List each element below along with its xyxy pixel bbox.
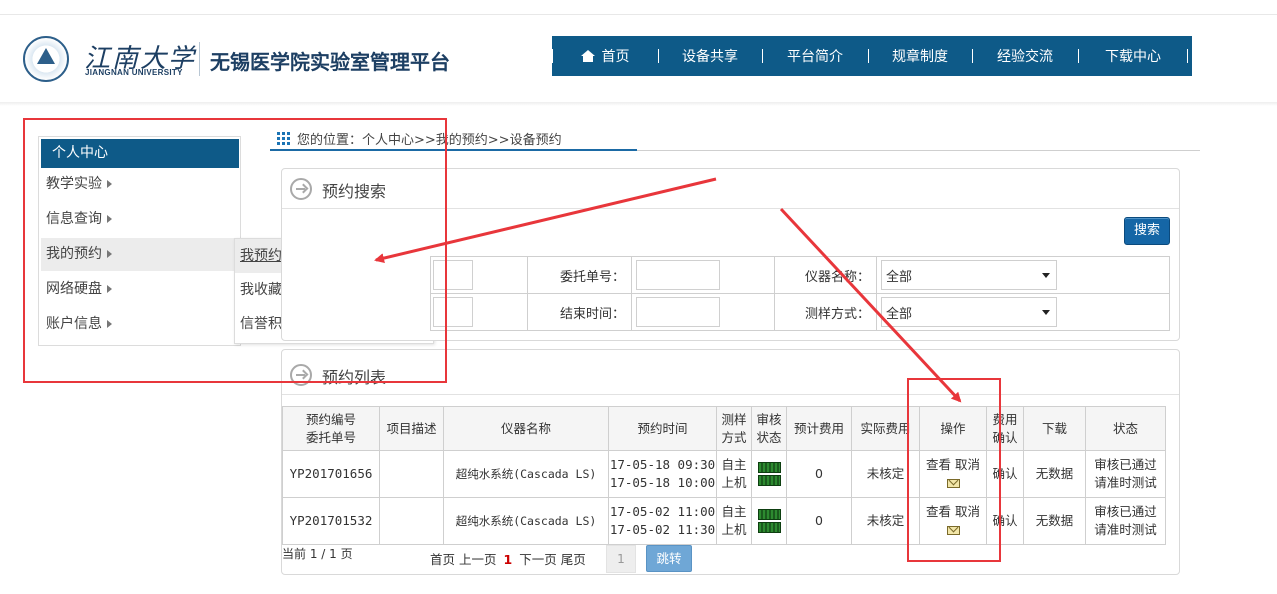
annotation-arrows <box>374 177 962 403</box>
annotation-arrow-to-submenu <box>374 177 717 264</box>
annotation-arrow-to-ops <box>779 207 962 403</box>
